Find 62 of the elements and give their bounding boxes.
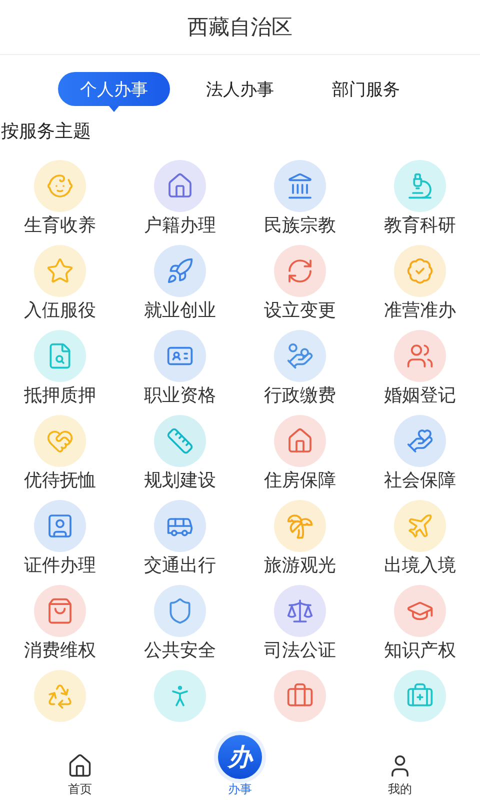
icon-background[interactable] — [154, 670, 206, 722]
icon-background[interactable] — [274, 330, 326, 382]
icon-background[interactable] — [154, 415, 206, 467]
icon-background[interactable] — [394, 160, 446, 212]
icon-background[interactable] — [154, 585, 206, 637]
icon-background[interactable] — [154, 245, 206, 297]
service-label[interactable]: 教育科研 — [384, 214, 456, 238]
section-title: 按服务主题 — [0, 120, 92, 144]
icon-background[interactable] — [34, 160, 86, 212]
icon-background[interactable] — [274, 670, 326, 722]
page-title: 西藏自治区 — [188, 14, 292, 41]
tab[interactable]: 法人办事 — [184, 72, 296, 106]
icon-background[interactable] — [394, 500, 446, 552]
icon-background[interactable] — [394, 415, 446, 467]
tab-pointer — [109, 106, 119, 112]
work-badge: 办 — [218, 735, 262, 779]
service-label[interactable]: 知识产权 — [384, 639, 456, 663]
icon-background[interactable] — [274, 160, 326, 212]
icon-background[interactable] — [34, 670, 86, 722]
service-label[interactable]: 交通出行 — [144, 554, 216, 578]
nav-item[interactable]: 办 办事 — [160, 724, 320, 800]
service-label[interactable]: 司法公证 — [264, 639, 336, 663]
tab[interactable]: 个人办事 — [58, 72, 170, 106]
service-label[interactable]: 规划建设 — [144, 469, 216, 493]
icon-background[interactable] — [394, 330, 446, 382]
icon-background[interactable] — [274, 245, 326, 297]
service-label[interactable]: 抵押质押 — [24, 384, 96, 408]
service-label[interactable]: 生育收养 — [24, 214, 96, 238]
service-label[interactable]: 公共安全 — [144, 639, 216, 663]
service-label[interactable]: 婚姻登记 — [384, 384, 456, 408]
icon-background[interactable] — [34, 330, 86, 382]
icon-background[interactable] — [34, 245, 86, 297]
service-label[interactable]: 旅游观光 — [264, 554, 336, 578]
service-label[interactable]: 优待抚恤 — [24, 469, 96, 493]
nav-item[interactable]: 首页 — [0, 750, 160, 800]
service-label[interactable]: 消费维权 — [24, 639, 96, 663]
icon-background[interactable] — [154, 160, 206, 212]
nav-item[interactable]: 我的 — [320, 750, 480, 800]
service-label[interactable]: 户籍办理 — [144, 214, 216, 238]
icon-background[interactable] — [394, 245, 446, 297]
icon-background[interactable] — [154, 330, 206, 382]
service-label[interactable]: 住房保障 — [264, 469, 336, 493]
icon-background[interactable] — [34, 500, 86, 552]
service-label[interactable]: 职业资格 — [144, 384, 216, 408]
icon-background[interactable] — [394, 670, 446, 722]
icon-background[interactable] — [34, 585, 86, 637]
icon-background[interactable] — [274, 585, 326, 637]
icon-background[interactable] — [154, 500, 206, 552]
service-label[interactable]: 准营准办 — [384, 299, 456, 323]
service-label[interactable]: 设立变更 — [264, 299, 336, 323]
service-label[interactable]: 就业创业 — [144, 299, 216, 323]
service-label[interactable]: 证件办理 — [24, 554, 96, 578]
service-label[interactable]: 民族宗教 — [264, 214, 336, 238]
icon-background[interactable] — [394, 585, 446, 637]
icon-background[interactable] — [34, 415, 86, 467]
icon-background[interactable] — [274, 415, 326, 467]
service-label[interactable]: 行政缴费 — [264, 384, 336, 408]
service-label[interactable]: 入伍服役 — [24, 299, 96, 323]
service-label[interactable]: 出境入境 — [384, 554, 456, 578]
service-label[interactable]: 社会保障 — [384, 469, 456, 493]
tab[interactable]: 部门服务 — [310, 72, 422, 106]
icon-background[interactable] — [274, 500, 326, 552]
